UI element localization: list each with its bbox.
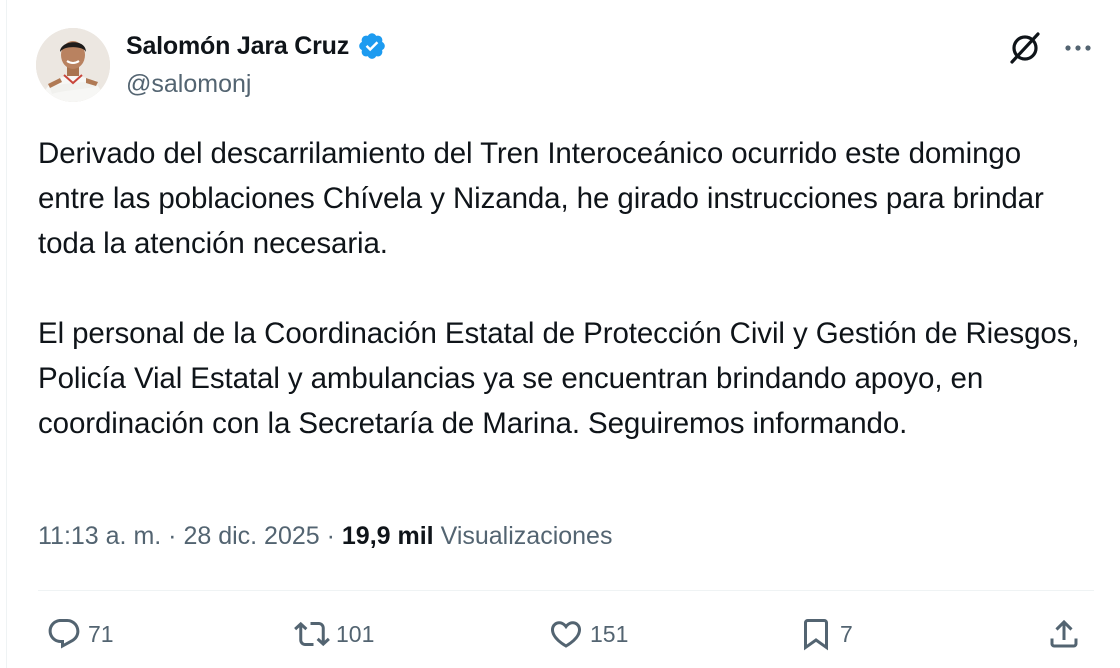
like-button[interactable]: 151: [548, 614, 628, 654]
avatar[interactable]: [36, 28, 110, 102]
tweet-date[interactable]: 28 dic. 2025: [183, 522, 319, 550]
like-count: 151: [590, 620, 629, 647]
tweet-card: Salomón Jara Cruz @salomonj Derivado del…: [0, 0, 1120, 668]
left-border: [6, 0, 7, 668]
reply-count: 71: [88, 620, 114, 647]
share-button[interactable]: [1046, 614, 1082, 654]
tweet-meta: 11:13 a. m. · 28 dic. 2025 · 19,9 mil Vi…: [38, 522, 612, 551]
repost-count: 101: [336, 620, 375, 647]
views-count[interactable]: 19,9 mil: [342, 522, 434, 550]
grok-icon[interactable]: [1006, 28, 1044, 66]
repost-button[interactable]: 101: [294, 614, 374, 654]
author-name-row[interactable]: Salomón Jara Cruz: [126, 31, 387, 61]
author-handle[interactable]: @salomonj: [126, 70, 251, 99]
heart-icon: [550, 621, 582, 648]
tweet-paragraph-2: El personal de la Coordinación Estatal d…: [38, 317, 1080, 440]
repost-icon: [294, 621, 330, 647]
reply-icon: [48, 619, 80, 649]
meta-separator: ·: [168, 522, 177, 550]
tweet-text: Derivado del descarrilamiento del Tren I…: [38, 131, 1088, 446]
bookmark-count: 7: [840, 620, 853, 647]
reply-button[interactable]: 71: [46, 614, 114, 654]
views-label[interactable]: Visualizaciones: [441, 522, 613, 550]
more-dots-icon[interactable]: [1060, 30, 1096, 66]
verified-badge-icon: [359, 33, 385, 59]
share-icon: [1050, 619, 1078, 648]
tweet-time[interactable]: 11:13 a. m.: [38, 522, 161, 550]
meta-separator: ·: [326, 522, 335, 550]
author-display-name[interactable]: Salomón Jara Cruz: [126, 32, 349, 61]
divider: [38, 590, 1094, 591]
tweet-paragraph-1: Derivado del descarrilamiento del Tren I…: [38, 137, 1044, 260]
bookmark-icon: [804, 619, 828, 651]
bookmark-button[interactable]: 7: [798, 614, 853, 654]
